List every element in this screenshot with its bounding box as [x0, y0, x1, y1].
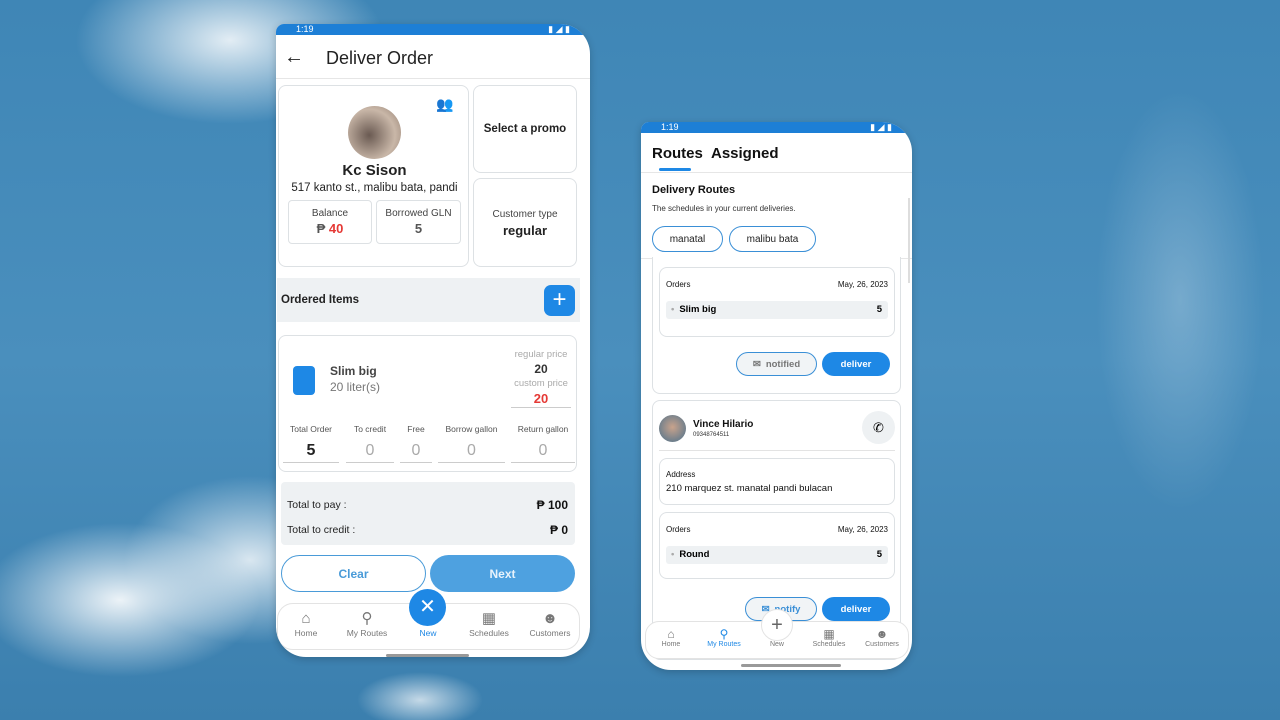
divider — [276, 78, 590, 79]
balance-box: Balance ₱ 40 — [288, 200, 372, 244]
order-item: • Round 5 — [666, 546, 888, 564]
add-item-button[interactable]: + — [544, 285, 575, 316]
nav-customers[interactable]: ☻ Customers — [522, 610, 578, 638]
orders-box: Orders May, 26, 2023 • Round 5 — [659, 512, 895, 579]
gallon-icon — [293, 366, 315, 395]
customer-type-card: Customer type regular — [473, 178, 577, 267]
avatar — [348, 106, 401, 159]
active-tab-indicator — [659, 168, 691, 171]
deliver-order-phone: 1:19 ▮ ◢ ▮ ← Deliver Order 👥 Kc Sison 517… — [276, 24, 590, 657]
page-title: Deliver Order — [326, 48, 434, 68]
customer-card: 👥 Kc Sison 517 kanto st., malibu bata, p… — [278, 85, 469, 267]
total-order-input[interactable]: Total Order 5 — [283, 424, 339, 463]
location-pin-icon: ⚲ — [719, 627, 729, 641]
call-button[interactable]: ✆ — [862, 411, 895, 444]
tab-assigned[interactable]: Assigned — [711, 145, 779, 162]
customer-face-icon: ☻ — [542, 610, 558, 627]
borrowed-box: Borrowed GLN 5 — [376, 200, 461, 244]
nav-home[interactable]: ⌂ Home — [645, 627, 697, 648]
notified-button[interactable]: ✉ notified — [736, 352, 817, 376]
to-credit-input[interactable]: To credit 0 — [346, 424, 394, 463]
deliver-button[interactable]: deliver — [822, 352, 890, 376]
custom-price-input[interactable]: 20 — [511, 391, 571, 408]
calendar-icon: ▦ — [823, 627, 835, 641]
chip-malibu-bata[interactable]: malibu bata — [729, 226, 816, 252]
home-indicator — [386, 654, 469, 657]
customer-name: Kc Sison — [342, 162, 407, 179]
select-promo-button[interactable]: Select a promo — [473, 85, 577, 173]
order-item: • Slim big 5 — [666, 301, 888, 319]
divider — [659, 450, 895, 451]
status-bar: 1:19 ▮ ◢ ▮ — [276, 24, 590, 35]
nav-new[interactable]: New — [751, 641, 803, 648]
nav-customers[interactable]: ☻ Customers — [856, 627, 908, 648]
close-fab-button[interactable]: ✕ — [409, 589, 446, 626]
tab-routes[interactable]: Routes — [652, 145, 703, 162]
nav-my-routes[interactable]: ⚲ My Routes — [339, 610, 395, 638]
home-icon: ⌂ — [301, 610, 311, 627]
home-indicator — [741, 664, 841, 667]
ordered-items-bar: Ordered Items + — [277, 278, 580, 322]
mail-icon: ✉ — [752, 358, 761, 370]
divider — [641, 172, 912, 173]
home-icon: ⌂ — [667, 627, 675, 641]
route-card: Orders May, 26, 2023 • Slim big 5 ✉ notifie… — [652, 257, 901, 394]
customer-address: 517 kanto st., malibu bata, pandi — [291, 182, 458, 194]
nav-my-routes[interactable]: ⚲ My Routes — [698, 627, 750, 648]
nav-schedules[interactable]: ▦ Schedules — [803, 627, 855, 648]
borrow-gallon-input[interactable]: Borrow gallon 0 — [438, 424, 505, 463]
status-bar: 1:19 ▮ ◢ ▮ — [641, 122, 912, 133]
deliver-button[interactable]: deliver — [822, 597, 890, 621]
nav-schedules[interactable]: ▦ Schedules — [461, 610, 517, 638]
return-gallon-input[interactable]: Return gallon 0 — [511, 424, 575, 463]
routes-phone: 1:19 ▮ ◢ ▮ Routes Assigned Delivery Route… — [641, 122, 912, 670]
chip-manatal[interactable]: manatal — [652, 226, 723, 252]
nav-new[interactable]: New — [400, 628, 456, 638]
free-input[interactable]: Free 0 — [400, 424, 432, 463]
nav-home[interactable]: ⌂ Home — [278, 610, 334, 638]
scrollbar[interactable] — [908, 198, 910, 283]
avatar — [659, 415, 686, 442]
section-title: Delivery Routes — [652, 184, 736, 196]
orders-box: Orders May, 26, 2023 • Slim big 5 — [659, 267, 895, 337]
calendar-icon: ▦ — [481, 610, 497, 627]
totals-box: Total to pay : ₱ 100 Total to credit : ₱… — [281, 482, 575, 545]
add-fab-button[interactable]: + — [761, 609, 793, 641]
back-arrow-icon[interactable]: ← — [284, 46, 304, 69]
next-button[interactable]: Next — [430, 555, 575, 592]
clear-button[interactable]: Clear — [281, 555, 426, 592]
customer-face-icon: ☻ — [875, 627, 889, 641]
address-box: Address 210 marquez st. manatal pandi bu… — [659, 458, 895, 505]
item-card: Slim big 20 liter(s) regular price 20 cu… — [278, 335, 577, 472]
location-pin-icon: ⚲ — [361, 610, 373, 627]
switch-customer-icon[interactable]: 👥 — [436, 96, 453, 113]
